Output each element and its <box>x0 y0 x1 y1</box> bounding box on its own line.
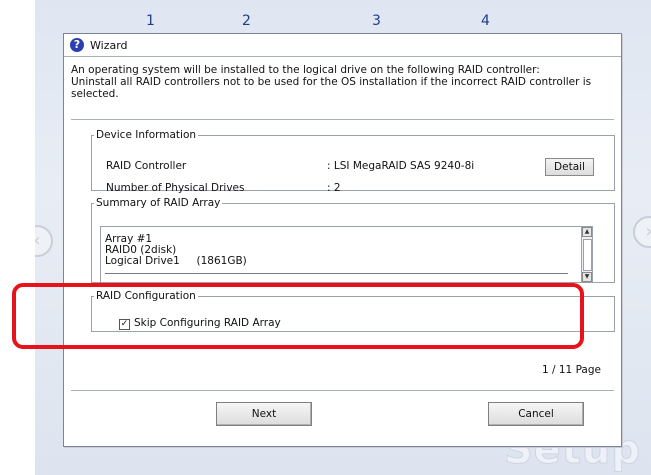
physical-drives-value: : 2 <box>327 182 341 194</box>
scroll-thumb[interactable] <box>583 239 592 271</box>
next-button[interactable]: Next <box>216 402 312 426</box>
vertical-scrollbar[interactable]: ▲ ▼ <box>581 227 592 282</box>
step-4: 4 <box>481 13 490 29</box>
next-arrow-icon[interactable]: › <box>633 216 651 248</box>
list-item: Logical Drive1 (1861GB) <box>105 255 247 267</box>
raid-summary-list[interactable]: Array #1 RAID0 (2disk) Logical Drive1 (1… <box>100 226 593 283</box>
dialog-title: Wizard <box>90 39 128 52</box>
page-indicator: 1 / 11 Page <box>541 364 601 376</box>
step-2: 2 <box>242 13 251 29</box>
raid-summary-legend: Summary of RAID Array <box>96 197 221 209</box>
step-indicator: 1 2 3 4 <box>35 14 651 28</box>
scroll-down-icon[interactable]: ▼ <box>582 272 592 282</box>
instruction-message: An operating system will be installed to… <box>71 64 601 100</box>
title-bar: ? Wizard <box>64 34 621 57</box>
step-1: 1 <box>146 13 155 29</box>
divider <box>71 390 614 391</box>
raid-summary-group: Summary of RAID Array Array #1 RAID0 (2d… <box>91 197 615 283</box>
wizard-dialog: ? Wizard An operating system will be ins… <box>63 33 622 447</box>
physical-drives-label: Number of Physical Drives <box>106 182 245 194</box>
list-separator <box>105 273 568 274</box>
divider <box>71 119 614 120</box>
detail-button[interactable]: Detail <box>545 158 594 176</box>
message-line: An operating system will be installed to… <box>71 64 540 76</box>
help-question-icon: ? <box>70 38 84 52</box>
device-information-group: Device Information RAID Controller : LSI… <box>91 129 615 194</box>
message-line: selected. <box>71 88 119 100</box>
red-highlight-annotation <box>12 283 584 349</box>
raid-controller-value: : LSI MegaRAID SAS 9240-8i <box>327 160 475 172</box>
step-3: 3 <box>372 13 381 29</box>
device-information-legend: Device Information <box>96 129 197 141</box>
message-line: Uninstall all RAID controllers not to be… <box>71 76 592 88</box>
raid-controller-label: RAID Controller <box>106 160 187 172</box>
cancel-button[interactable]: Cancel <box>488 402 584 426</box>
previous-arrow-icon[interactable]: ‹ <box>35 225 53 257</box>
scroll-up-icon[interactable]: ▲ <box>582 227 592 237</box>
